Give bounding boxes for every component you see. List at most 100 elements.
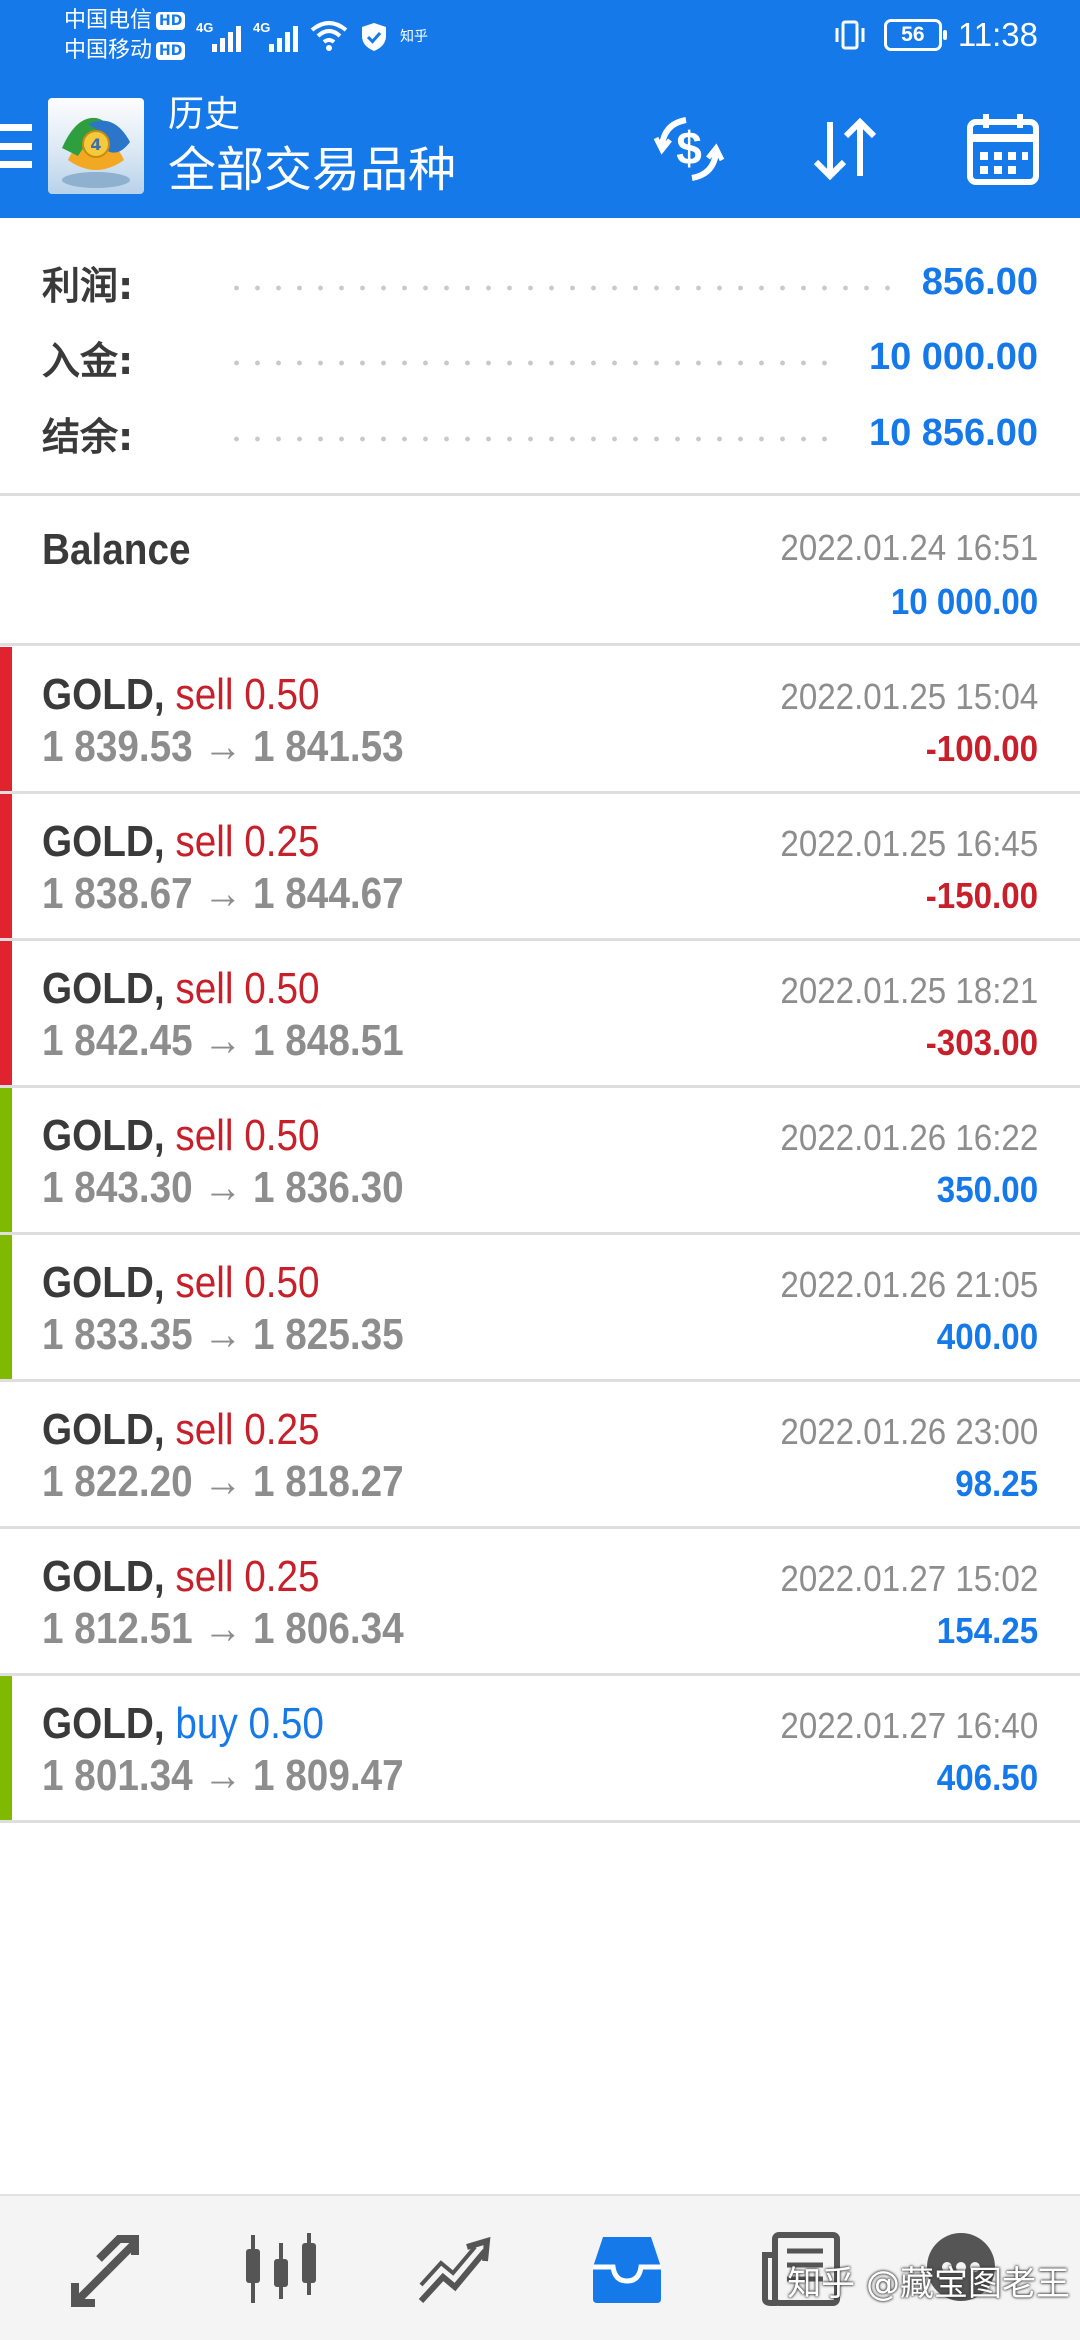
deal-title: GOLD, buy 0.50 [42, 1698, 324, 1750]
symbol-filter[interactable]: 全部交易品种 [168, 138, 456, 202]
deal-side: sell 0.50 [175, 670, 320, 719]
balance-amount: 10 000.00 [890, 581, 1038, 622]
signal-group: 4G 4G 知乎 [196, 18, 428, 52]
status-bar: 中国电信 HD 中国移动 HD 4G 4G 知乎 56 11:38 [0, 0, 1080, 76]
deal-time: 2022.01.27 15:02 [780, 1558, 1038, 1599]
result-stripe [0, 1382, 12, 1526]
deal-time: 2022.01.25 15:04 [780, 676, 1038, 717]
deposit-value: 10 000.00 [868, 335, 1038, 378]
notification-app: 知乎 [400, 29, 428, 45]
balance-time: 2022.01.24 16:51 [780, 527, 1038, 568]
deal-symbol: GOLD, [42, 817, 165, 866]
app-header: 中国电信 HD 中国移动 HD 4G 4G 知乎 56 11:38 4 历史 全… [0, 0, 1080, 218]
deal-symbol: GOLD, [42, 670, 165, 719]
vibrate-icon [835, 20, 865, 50]
profit-value: 856.00 [921, 260, 1038, 303]
dotted-leader [226, 360, 843, 366]
deal-time: 2022.01.26 23:00 [780, 1411, 1038, 1452]
trade-icon[interactable] [408, 2224, 498, 2314]
deal-row[interactable]: GOLD, sell 0.50 1 843.30 → 1 836.30 2022.0… [0, 1088, 1080, 1235]
result-stripe [0, 1676, 12, 1820]
result-stripe [0, 1235, 12, 1379]
battery-level: 56 [901, 23, 925, 46]
deal-title: GOLD, sell 0.50 [42, 1257, 320, 1309]
deal-profit: -150.00 [925, 875, 1038, 916]
deposit-row: 入金: 10 000.00 [42, 327, 1038, 387]
deal-time: 2022.01.26 16:22 [780, 1117, 1038, 1158]
deal-title: GOLD, sell 0.25 [42, 1551, 320, 1603]
chart-icon[interactable] [236, 2224, 326, 2314]
dotted-leader [226, 436, 843, 442]
profit-label: 利润: [42, 263, 134, 308]
deal-time: 2022.01.25 16:45 [780, 823, 1038, 864]
hd-badge: HD [156, 42, 186, 60]
dotted-leader [226, 285, 896, 291]
deal-row[interactable]: GOLD, sell 0.25 1 812.51 → 1 806.34 2022.0… [0, 1529, 1080, 1676]
deal-row[interactable]: GOLD, sell 0.50 1 839.53 → 1 841.53 2022.0… [0, 647, 1080, 794]
deal-title: GOLD, sell 0.25 [42, 816, 320, 868]
result-stripe [0, 1088, 12, 1232]
deal-prices: 1 822.20 → 1 818.27 [42, 1457, 404, 1506]
battery-icon: 56 [883, 19, 947, 51]
deal-side: sell 0.50 [175, 964, 320, 1013]
calendar-icon[interactable] [962, 108, 1044, 190]
deal-prices: 1 843.30 → 1 836.30 [42, 1163, 404, 1212]
history-icon[interactable] [582, 2224, 672, 2314]
carrier-info: 中国电信 HD 中国移动 HD [64, 6, 186, 66]
deal-profit: 350.00 [936, 1169, 1038, 1210]
deal-title: GOLD, sell 0.25 [42, 1404, 320, 1456]
svg-text:4: 4 [90, 135, 101, 154]
sort-icon[interactable] [804, 108, 886, 190]
svg-text:$: $ [676, 122, 702, 174]
deal-prices: 1 839.53 → 1 841.53 [42, 722, 404, 771]
deal-side: sell 0.50 [175, 1111, 320, 1160]
deal-time: 2022.01.25 18:21 [780, 970, 1038, 1011]
deal-row[interactable]: GOLD, sell 0.50 1 833.35 → 1 825.35 2022.0… [0, 1235, 1080, 1382]
result-stripe [0, 647, 12, 791]
carrier-2: 中国移动 [64, 38, 153, 63]
deal-symbol: GOLD, [42, 1258, 165, 1307]
deal-side: sell 0.25 [175, 1552, 320, 1601]
deposit-label: 入金: [42, 338, 134, 383]
deal-symbol: GOLD, [42, 1699, 165, 1748]
deal-side: sell 0.50 [175, 1258, 320, 1307]
carrier-1: 中国电信 [64, 8, 153, 33]
deal-profit: -303.00 [925, 1022, 1038, 1063]
status-right: 56 11:38 [832, 16, 1038, 54]
profit-row: 利润: 856.00 [42, 252, 1038, 312]
deal-profit: 154.25 [936, 1610, 1038, 1651]
deal-title: GOLD, sell 0.50 [42, 963, 320, 1015]
wifi-icon [310, 21, 348, 51]
deal-prices: 1 833.35 → 1 825.35 [42, 1310, 404, 1359]
deal-profit: 98.25 [955, 1463, 1038, 1504]
shield-check-icon [362, 23, 386, 51]
deal-row[interactable]: GOLD, sell 0.50 1 842.45 → 1 848.51 2022.0… [0, 941, 1080, 1088]
menu-icon[interactable] [0, 124, 32, 168]
balance-label: 结余: [42, 414, 134, 459]
watermark: 知乎 @藏宝图老王 [787, 2264, 1070, 2304]
deal-title: GOLD, sell 0.50 [42, 1110, 320, 1162]
title: 历史 [168, 94, 241, 135]
deal-row[interactable]: GOLD, sell 0.25 1 838.67 → 1 844.67 2022.0… [0, 794, 1080, 941]
deal-title: GOLD, sell 0.50 [42, 669, 320, 721]
history-summary: 利润: 856.00 入金: 10 000.00 结余: 10 856.00 [0, 218, 1080, 496]
network-type: 4G [196, 20, 214, 35]
deal-prices: 1 801.34 → 1 809.47 [42, 1751, 404, 1800]
quotes-icon[interactable] [64, 2224, 154, 2314]
deal-row[interactable]: GOLD, buy 0.50 1 801.34 → 1 809.47 2022.01… [0, 1676, 1080, 1823]
currency-exchange-icon[interactable]: $ [648, 108, 730, 190]
deal-time: 2022.01.27 16:40 [780, 1705, 1038, 1746]
deal-side: buy 0.50 [175, 1699, 324, 1748]
deal-row[interactable]: GOLD, sell 0.25 1 822.20 → 1 818.27 2022.0… [0, 1382, 1080, 1529]
signal-icon: 4G [253, 20, 298, 52]
clock: 11:38 [957, 16, 1038, 53]
balance-value: 10 856.00 [868, 411, 1038, 454]
bottom-navigation: 知乎 @藏宝图老王 [0, 2194, 1080, 2340]
signal-icon: 4G [196, 20, 241, 52]
balance-operation-row[interactable]: Balance 2022.01.24 16:51 10 000.00 [0, 498, 1080, 646]
network-type: 4G [253, 20, 271, 35]
result-stripe [0, 1529, 12, 1673]
deal-side: sell 0.25 [175, 817, 320, 866]
deal-prices: 1 812.51 → 1 806.34 [42, 1604, 404, 1653]
deal-profit: -100.00 [925, 728, 1038, 769]
